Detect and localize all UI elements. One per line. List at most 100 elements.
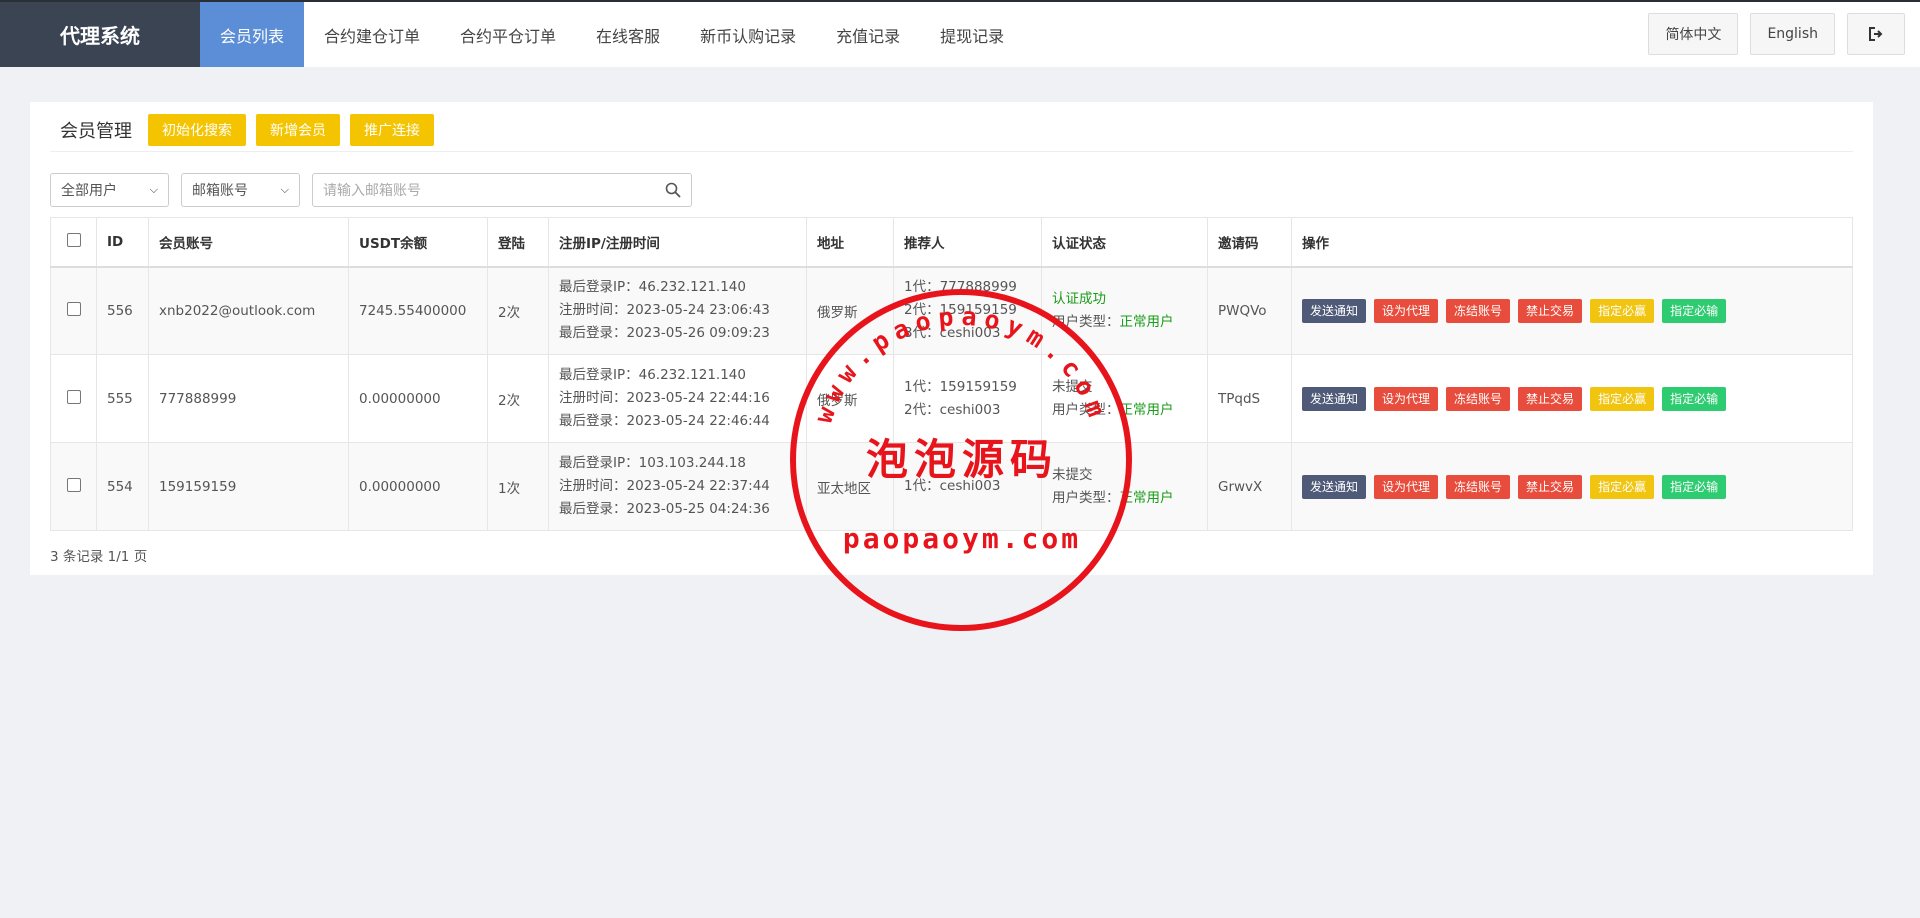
cell-account: xnb2022@outlook.com <box>148 266 349 355</box>
panel-title: 会员管理 <box>60 121 132 142</box>
chevron-down-icon: ⌵ <box>280 183 289 196</box>
add-member-button[interactable]: 新增会员 <box>256 114 340 146</box>
cell-actions: 发送通知 设为代理 冻结账号 禁止交易 指定必赢 指定必输 <box>1291 266 1853 355</box>
cell-actions: 发送通知 设为代理 冻结账号 禁止交易 指定必赢 指定必输 <box>1291 354 1853 443</box>
freeze-account-button[interactable]: 冻结账号 <box>1446 474 1511 499</box>
logout-icon <box>1869 27 1883 41</box>
user-type-value: 正常用户 <box>1119 401 1174 418</box>
nav-contract-open-orders[interactable]: 合约建仓订单 <box>304 2 440 67</box>
user-type-select-value: 全部用户 <box>61 183 117 199</box>
row-checkbox[interactable] <box>66 477 81 492</box>
promo-link-button[interactable]: 推广连接 <box>350 114 434 146</box>
cell-address: 俄罗斯 <box>806 354 894 443</box>
search-field-select-value: 邮箱账号 <box>192 183 248 199</box>
row-checkbox[interactable] <box>66 301 81 316</box>
auth-status: 未提交 <box>1052 378 1093 395</box>
table-row: 556 xnb2022@outlook.com 7245.55400000 2次… <box>50 266 1853 355</box>
user-type-label: 用户类型： <box>1052 489 1120 506</box>
freeze-account-button[interactable]: 冻结账号 <box>1446 386 1511 411</box>
user-type-value: 正常用户 <box>1119 313 1174 330</box>
ban-trading-button[interactable]: 禁止交易 <box>1518 386 1583 411</box>
user-type-value: 正常用户 <box>1119 489 1174 506</box>
top-navbar: 代理系统 会员列表 合约建仓订单 合约平仓订单 在线客服 新币认购记录 充值记录… <box>0 0 1920 67</box>
cell-account: 159159159 <box>148 442 349 531</box>
nav-contract-close-orders[interactable]: 合约平仓订单 <box>440 2 576 67</box>
last-login-ip: 最后登录IP：46.232.121.140 <box>559 367 746 383</box>
cell-referrer: 1代：ceshi003 <box>893 442 1042 531</box>
select-all-checkbox[interactable] <box>66 232 81 247</box>
col-logins: 登陆 <box>487 217 549 268</box>
col-register-info: 注册IP/注册时间 <box>548 217 807 268</box>
set-agent-button[interactable]: 设为代理 <box>1374 386 1439 411</box>
action-buttons: 发送通知 设为代理 冻结账号 禁止交易 指定必赢 指定必输 <box>1302 298 1842 323</box>
user-type-line: 用户类型：正常用户 <box>1052 487 1197 510</box>
referrer-level-1: 1代：ceshi003 <box>904 478 1001 494</box>
col-invite-code: 邀请码 <box>1207 217 1292 268</box>
cell-id: 556 <box>96 266 149 355</box>
col-auth-status: 认证状态 <box>1041 217 1208 268</box>
action-buttons: 发送通知 设为代理 冻结账号 禁止交易 指定必赢 指定必输 <box>1302 474 1842 499</box>
send-notice-button[interactable]: 发送通知 <box>1302 474 1367 499</box>
cell-logins: 2次 <box>487 266 549 355</box>
set-agent-button[interactable]: 设为代理 <box>1374 474 1439 499</box>
cell-id: 554 <box>96 442 149 531</box>
user-type-select[interactable]: 全部用户 ⌵ <box>50 173 169 207</box>
force-lose-button[interactable]: 指定必输 <box>1662 298 1727 323</box>
row-select-cell <box>50 442 97 531</box>
member-table: ID 会员账号 USDT余额 登陆 注册IP/注册时间 地址 推荐人 认证状态 … <box>50 217 1853 531</box>
lang-zh-button[interactable]: 简体中文 <box>1648 13 1739 55</box>
freeze-account-button[interactable]: 冻结账号 <box>1446 298 1511 323</box>
user-type-label: 用户类型： <box>1052 313 1120 330</box>
force-win-button[interactable]: 指定必赢 <box>1590 298 1655 323</box>
force-win-button[interactable]: 指定必赢 <box>1590 474 1655 499</box>
nav-new-coin-subscription[interactable]: 新币认购记录 <box>680 2 816 67</box>
logout-button[interactable] <box>1847 13 1905 55</box>
member-management-panel: 会员管理 初始化搜索 新增会员 推广连接 全部用户 ⌵ 邮箱账号 ⌵ 请输入邮箱… <box>30 102 1873 575</box>
search-input[interactable]: 请输入邮箱账号 <box>312 173 692 207</box>
reset-search-button[interactable]: 初始化搜索 <box>148 114 246 146</box>
auth-status: 认证成功 <box>1052 290 1106 307</box>
brand-logo[interactable]: 代理系统 <box>0 2 200 67</box>
cell-id: 555 <box>96 354 149 443</box>
force-lose-button[interactable]: 指定必输 <box>1662 474 1727 499</box>
force-lose-button[interactable]: 指定必输 <box>1662 386 1727 411</box>
search-placeholder: 请输入邮箱账号 <box>323 183 421 199</box>
top-right-controls: 简体中文 English <box>1648 13 1905 55</box>
table-row: 555 777888999 0.00000000 2次 最后登录IP：46.23… <box>50 354 1853 443</box>
nav-withdraw-records[interactable]: 提现记录 <box>920 2 1024 67</box>
nav-online-support[interactable]: 在线客服 <box>576 2 680 67</box>
ban-trading-button[interactable]: 禁止交易 <box>1518 298 1583 323</box>
search-field-select[interactable]: 邮箱账号 ⌵ <box>181 173 300 207</box>
col-balance: USDT余额 <box>348 217 488 268</box>
set-agent-button[interactable]: 设为代理 <box>1374 298 1439 323</box>
cell-balance: 0.00000000 <box>348 354 488 443</box>
action-buttons: 发送通知 设为代理 冻结账号 禁止交易 指定必赢 指定必输 <box>1302 386 1842 411</box>
panel-header: 会员管理 初始化搜索 新增会员 推广连接 <box>60 114 444 146</box>
register-time: 注册时间：2023-05-24 22:37:44 <box>559 478 770 494</box>
cell-referrer: 1代：777888999 2代：159159159 3代：ceshi003 <box>893 266 1042 355</box>
referrer-level-2: 2代：ceshi003 <box>904 401 1001 418</box>
search-icon[interactable] <box>665 182 681 198</box>
referrer-level-1: 1代：159159159 <box>904 378 1017 395</box>
referrer-level-3: 3代：ceshi003 <box>904 325 1001 342</box>
ban-trading-button[interactable]: 禁止交易 <box>1518 474 1583 499</box>
send-notice-button[interactable]: 发送通知 <box>1302 298 1367 323</box>
cell-invite-code: PWQVo <box>1207 266 1292 355</box>
cell-invite-code: GrwvX <box>1207 442 1292 531</box>
col-address: 地址 <box>806 217 894 268</box>
cell-register-info: 最后登录IP：46.232.121.140 注册时间：2023-05-24 23… <box>548 266 807 355</box>
row-checkbox[interactable] <box>66 389 81 404</box>
col-id: ID <box>96 217 149 268</box>
row-select-cell <box>50 266 97 355</box>
last-login-time: 最后登录：2023-05-26 09:09:23 <box>559 325 770 342</box>
chevron-down-icon: ⌵ <box>149 183 158 196</box>
force-win-button[interactable]: 指定必赢 <box>1590 386 1655 411</box>
lang-en-button[interactable]: English <box>1750 13 1835 55</box>
cell-invite-code: TPqdS <box>1207 354 1292 443</box>
nav-member-list[interactable]: 会员列表 <box>200 2 305 67</box>
last-login-ip: 最后登录IP：103.103.244.18 <box>559 455 746 471</box>
nav-recharge-records[interactable]: 充值记录 <box>816 2 920 67</box>
cell-logins: 2次 <box>487 354 549 443</box>
register-time: 注册时间：2023-05-24 23:06:43 <box>559 302 770 319</box>
send-notice-button[interactable]: 发送通知 <box>1302 386 1367 411</box>
